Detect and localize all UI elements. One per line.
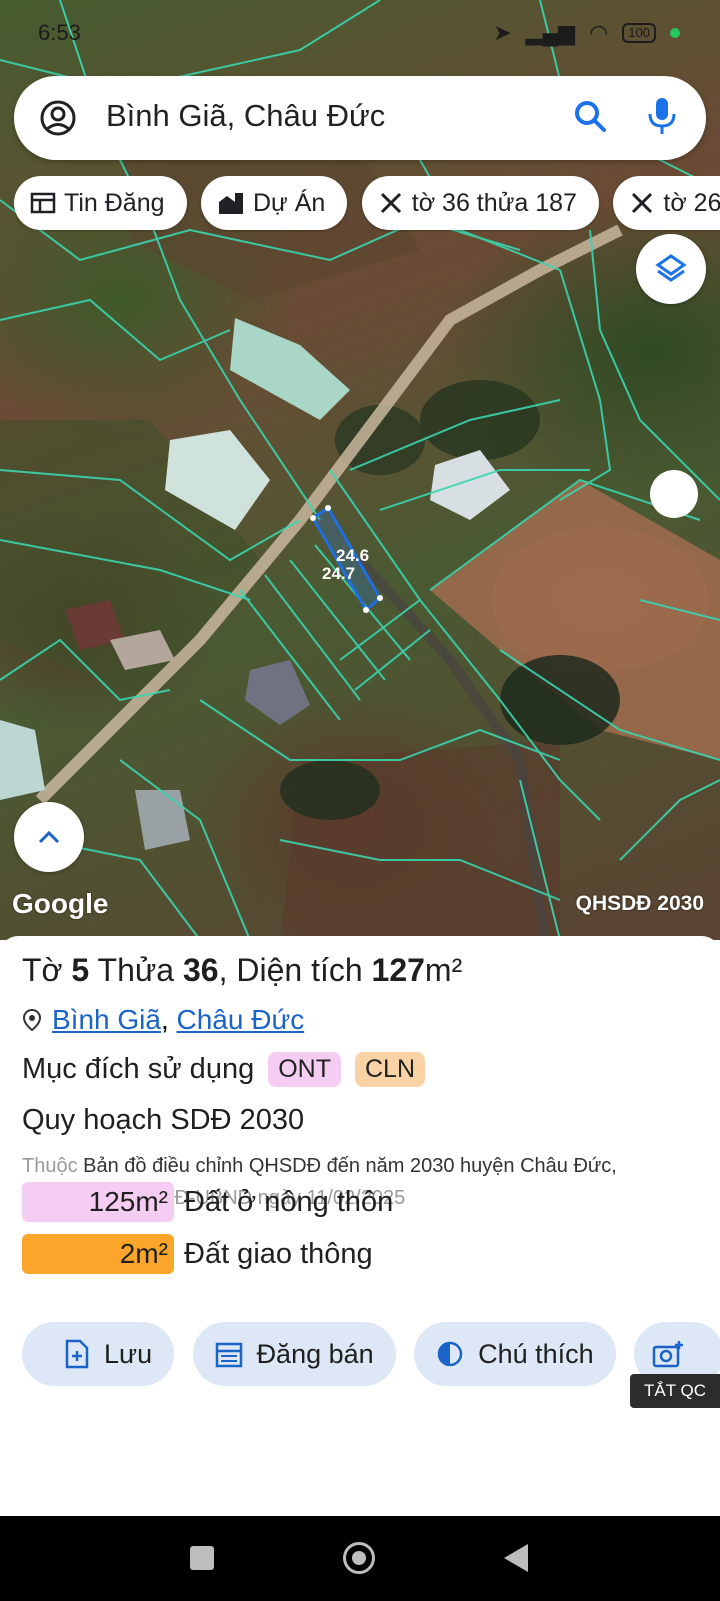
to-value: 5 [71,952,90,988]
thua-value: 36 [182,952,219,988]
status-time: 6:53 [38,20,81,45]
layers-icon [655,254,687,282]
land-use-row: 2m² Đất giao thông [22,1234,373,1274]
area-value: 127 [371,952,425,988]
account-icon[interactable] [38,98,78,143]
commune-link[interactable]: Bình Giã [52,1004,161,1035]
measure-label: 24.6 [336,546,370,565]
purpose-label: Mục đích sử dụng [22,1053,255,1085]
chip-label: Tin Đăng [64,188,165,217]
add-file-icon [65,1339,89,1369]
legend-button[interactable]: Chú thích [414,1322,616,1386]
add-photo-icon [652,1341,684,1368]
location-icon: ➤ [493,20,512,45]
to-label: Tờ [22,952,63,988]
layers-button[interactable] [636,234,706,304]
location-pin-icon [22,1008,42,1032]
wifi-icon: ◠ [589,20,609,45]
plan-desc-text: Bản đồ điều chỉnh QHSDĐ đến năm 2030 huy… [83,1155,617,1177]
save-button[interactable]: Lưu [22,1322,175,1386]
post-sale-label: Đăng bán [256,1338,374,1369]
land-use-row: 125m² Đất ở nông thôn [22,1182,393,1222]
area-label: , Diện tích [218,952,363,988]
back-icon[interactable] [504,1544,528,1572]
chip-parcel-187[interactable]: tờ 36 thửa 187 [361,176,599,230]
chip-du-an[interactable]: Dự Án [200,176,348,230]
land-use-area: 2m² [22,1234,174,1274]
land-use-label: Đất ở nông thôn [184,1185,394,1218]
parcel-info-sheet: Tờ 5 Thửa 36, Diện tích 127m² Bình Giã, … [0,936,720,1516]
chip-label: tờ 36 thửa 187 [411,188,577,217]
ads-off-button[interactable]: TẮT QC [630,1374,720,1408]
plan-prefix: Thuộc [22,1155,78,1177]
chip-tin-dang[interactable]: Tin Đăng [14,176,187,230]
save-label: Lưu [104,1338,153,1369]
parcel-title: Tờ 5 Thửa 36, Diện tích 127m² [22,952,462,989]
ruler-icon [380,192,401,214]
system-nav-bar [0,1516,720,1601]
home-icon[interactable] [343,1542,375,1574]
chip-label: Dự Án [252,188,326,217]
land-use-area: 125m² [22,1182,174,1222]
area-unit: m² [424,952,463,988]
ruler-icon [632,192,653,214]
plan-title: Quy hoạch SDĐ 2030 [22,1104,305,1136]
microphone-icon[interactable] [642,94,682,143]
map-view[interactable]: 24.6 24.7 6:53 ➤ ▂▄▆ ◠ 100 Bình Giã, Châ… [0,0,720,940]
signal-icon: ▂▄▆ [525,20,576,45]
status-bar: 6:53 ➤ ▂▄▆ ◠ 100 [0,0,720,70]
privacy-indicator-icon [670,28,680,38]
google-logo: Google [12,888,109,919]
chevron-up-icon [38,830,60,844]
action-buttons: Lưu Đăng bán Chú thích [22,1322,720,1388]
post-sale-button[interactable]: Đăng bán [192,1322,396,1386]
filter-chips: Tin Đăng Dự Án tờ 36 thửa 187 tờ 26 t [14,176,720,232]
legend-label: Chú thích [478,1338,594,1369]
chip-label: tờ 26 t [663,188,720,217]
search-bar[interactable]: Bình Giã, Châu Đức [14,76,706,160]
recents-icon[interactable] [190,1546,214,1570]
map-layer-tag: QHSDĐ 2030 [575,892,704,915]
listing-icon [30,192,56,214]
drag-handle[interactable] [650,470,698,518]
project-icon [218,193,243,214]
purpose-badge: CLN [354,1052,425,1087]
thua-label: Thửa [97,952,175,988]
purpose-badge: ONT [268,1052,341,1087]
search-icon[interactable] [570,96,610,141]
land-use-label: Đất giao thông [184,1237,373,1270]
contrast-icon [437,1341,463,1367]
expand-button[interactable] [14,802,84,872]
chip-parcel-26[interactable]: tờ 26 t [613,176,720,230]
measure-label: 24.7 [322,564,356,583]
land-purpose: Mục đích sử dụng ONT CLN [22,1052,425,1087]
calendar-icon [215,1342,242,1368]
location-line: Bình Giã, Châu Đức [22,1004,304,1036]
status-icons: ➤ ▂▄▆ ◠ 100 [493,20,680,46]
search-query[interactable]: Bình Giã, Châu Đức [106,98,385,134]
battery-icon: 100 [622,23,656,43]
district-link[interactable]: Châu Đức [177,1004,305,1035]
